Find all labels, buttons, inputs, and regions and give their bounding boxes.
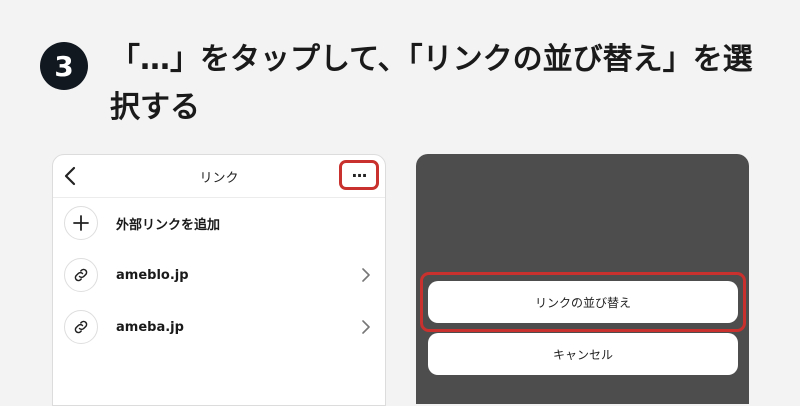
plus-icon xyxy=(64,206,98,240)
link-list-screen: リンク ··· 外部リンクを追加 ameblo.jp ameba.jp xyxy=(52,154,386,406)
step-number-badge: 3 xyxy=(40,42,88,90)
more-options-button[interactable]: ··· xyxy=(339,160,379,190)
chevron-right-icon xyxy=(362,268,370,282)
instruction-text: 「…」をタップして、「リンクの並び替え」を選択する xyxy=(110,42,753,125)
list-item-label: ameblo.jp xyxy=(116,267,189,283)
chevron-right-icon xyxy=(362,320,370,334)
cancel-button[interactable]: キャンセル xyxy=(428,333,738,375)
add-external-link-item[interactable]: 外部リンクを追加 xyxy=(53,197,385,249)
list-item-label: 外部リンクを追加 xyxy=(116,217,221,233)
link-item-ameblo[interactable]: ameblo.jp xyxy=(53,249,385,301)
screen-header: リンク ··· xyxy=(53,155,385,198)
link-icon xyxy=(64,310,98,344)
reorder-links-button[interactable]: リンクの並び替え xyxy=(428,281,738,323)
link-item-ameba[interactable]: ameba.jp xyxy=(53,301,385,353)
link-icon xyxy=(64,258,98,292)
action-sheet-screen: リンクの並び替え キャンセル xyxy=(416,154,749,404)
step-number: 3 xyxy=(54,49,74,83)
list-item-label: ameba.jp xyxy=(116,319,184,335)
screen-title: リンク xyxy=(199,171,239,186)
